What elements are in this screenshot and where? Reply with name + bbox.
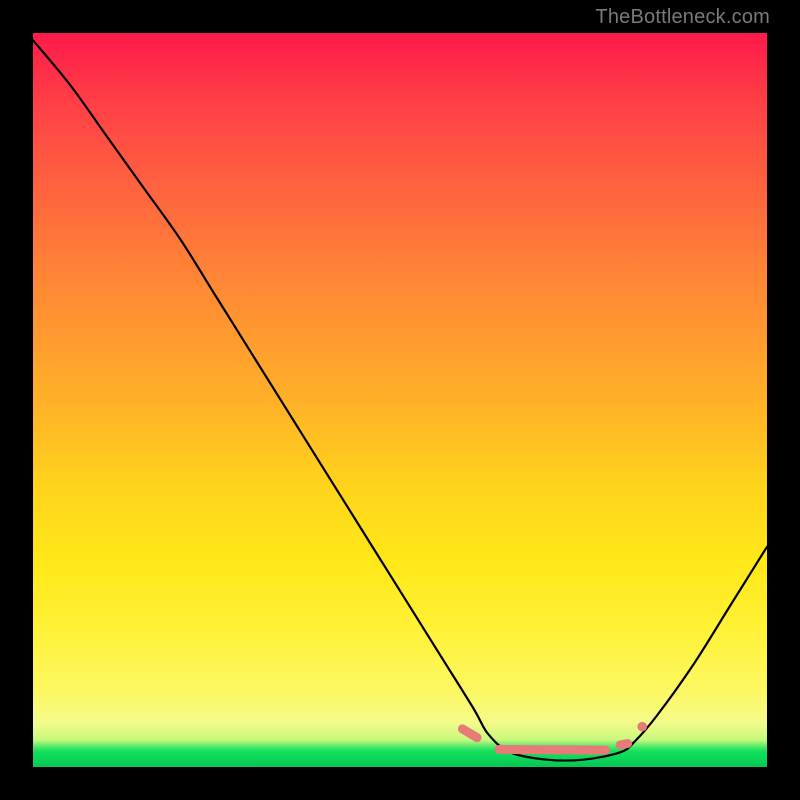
attribution-text: TheBottleneck.com — [595, 6, 770, 29]
plot-area — [33, 33, 767, 767]
chart-frame: TheBottleneck.com — [0, 0, 800, 800]
